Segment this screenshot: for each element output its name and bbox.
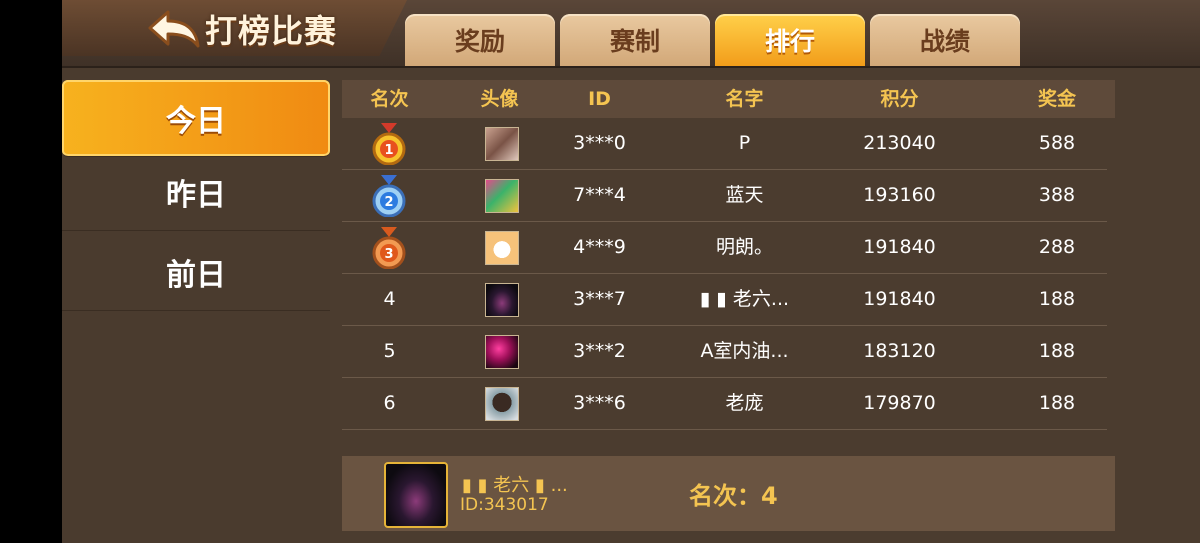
player-name: P: [738, 132, 751, 154]
table-row[interactable]: 4 3***7 ▮ ▮ 老六... 191840 188: [342, 274, 1107, 326]
ranking-table: 名次 头像 ID 名字 积分 奖金 1 3***0 P 213040 588 2…: [342, 80, 1115, 430]
table-header: 名次 头像 ID 名字 积分 奖金: [342, 80, 1115, 118]
player-prize: 188: [1038, 340, 1076, 362]
player-id: 3***0: [573, 132, 626, 154]
sidebar-item-yesterday[interactable]: 昨日: [62, 154, 330, 231]
player-prize: 188: [1038, 392, 1076, 414]
player-score: 191840: [863, 288, 936, 310]
player-name: A室内油...: [700, 340, 789, 362]
player-score: 179870: [863, 392, 936, 414]
day-sidebar: 今日 昨日 前日: [62, 68, 330, 543]
my-avatar: [384, 462, 448, 528]
my-name: ▮ ▮ 老六 ▮ ...: [462, 475, 568, 496]
table-row[interactable]: 2 7***4 蓝天 193160 388: [342, 170, 1107, 222]
avatar: [485, 387, 519, 421]
svg-text:1: 1: [384, 143, 393, 158]
my-rank: 名次：4: [689, 482, 778, 510]
avatar: [485, 335, 519, 369]
player-rank: 4: [383, 288, 396, 310]
col-id: ID: [588, 88, 611, 110]
table-row[interactable]: 3 4***9 明朗。 191840 288: [342, 222, 1107, 274]
gold-medal-icon: 1: [372, 123, 406, 165]
avatar: [485, 231, 519, 265]
table-row[interactable]: 1 3***0 P 213040 588: [342, 118, 1107, 170]
svg-text:3: 3: [384, 247, 393, 262]
avatar: [485, 179, 519, 213]
silver-medal-icon: 2: [372, 175, 406, 217]
table-row[interactable]: 6 3***6 老庞 179870 188: [342, 378, 1107, 430]
sidebar-item-day-before[interactable]: 前日: [62, 234, 330, 311]
back-arrow-icon: [148, 10, 200, 48]
player-id: 7***4: [573, 184, 626, 206]
player-prize: 388: [1038, 184, 1076, 206]
player-score: 193160: [863, 184, 936, 206]
avatar: [485, 127, 519, 161]
player-rank: 5: [383, 340, 396, 362]
back-button[interactable]: [146, 8, 202, 48]
tab-ranking[interactable]: 排行: [715, 14, 865, 66]
sidebar-item-today[interactable]: 今日: [62, 80, 330, 157]
player-id: 3***7: [573, 288, 626, 310]
player-rank: 6: [383, 392, 396, 414]
player-prize: 188: [1038, 288, 1076, 310]
col-rank: 名次: [370, 88, 409, 110]
player-name: 蓝天: [725, 184, 764, 206]
player-id: 4***9: [573, 236, 626, 258]
player-prize: 588: [1038, 132, 1076, 154]
my-id: ID:343017: [460, 495, 549, 515]
top-bar: 打榜比赛 奖励 赛制 排行 战绩: [62, 0, 1200, 68]
player-score: 183120: [863, 340, 936, 362]
avatar: [485, 283, 519, 317]
tab-rewards[interactable]: 奖励: [405, 14, 555, 66]
player-name: ▮ ▮ 老六...: [699, 288, 790, 310]
col-avatar: 头像: [480, 88, 519, 110]
tab-records[interactable]: 战绩: [870, 14, 1020, 66]
player-score: 191840: [863, 236, 936, 258]
col-name: 名字: [725, 88, 764, 110]
page-title: 打榜比赛: [205, 12, 338, 50]
player-score: 213040: [863, 132, 936, 154]
my-rank-bar: ▮ ▮ 老六 ▮ ... ID:343017 名次：4: [342, 456, 1115, 531]
svg-text:2: 2: [384, 195, 393, 210]
col-score: 积分: [880, 88, 919, 110]
player-id: 3***2: [573, 340, 626, 362]
bronze-medal-icon: 3: [372, 227, 406, 269]
table-row[interactable]: 5 3***2 A室内油... 183120 188: [342, 326, 1107, 378]
col-prize: 奖金: [1037, 88, 1076, 110]
player-prize: 288: [1038, 236, 1076, 258]
tab-rules[interactable]: 赛制: [560, 14, 710, 66]
player-name: 明朗。: [715, 236, 773, 258]
leaderboard-screen: 打榜比赛 奖励 赛制 排行 战绩 今日 昨日 前日 名次 头像 ID 名字 积分…: [62, 0, 1200, 543]
player-id: 3***6: [573, 392, 626, 414]
player-name: 老庞: [725, 392, 764, 414]
